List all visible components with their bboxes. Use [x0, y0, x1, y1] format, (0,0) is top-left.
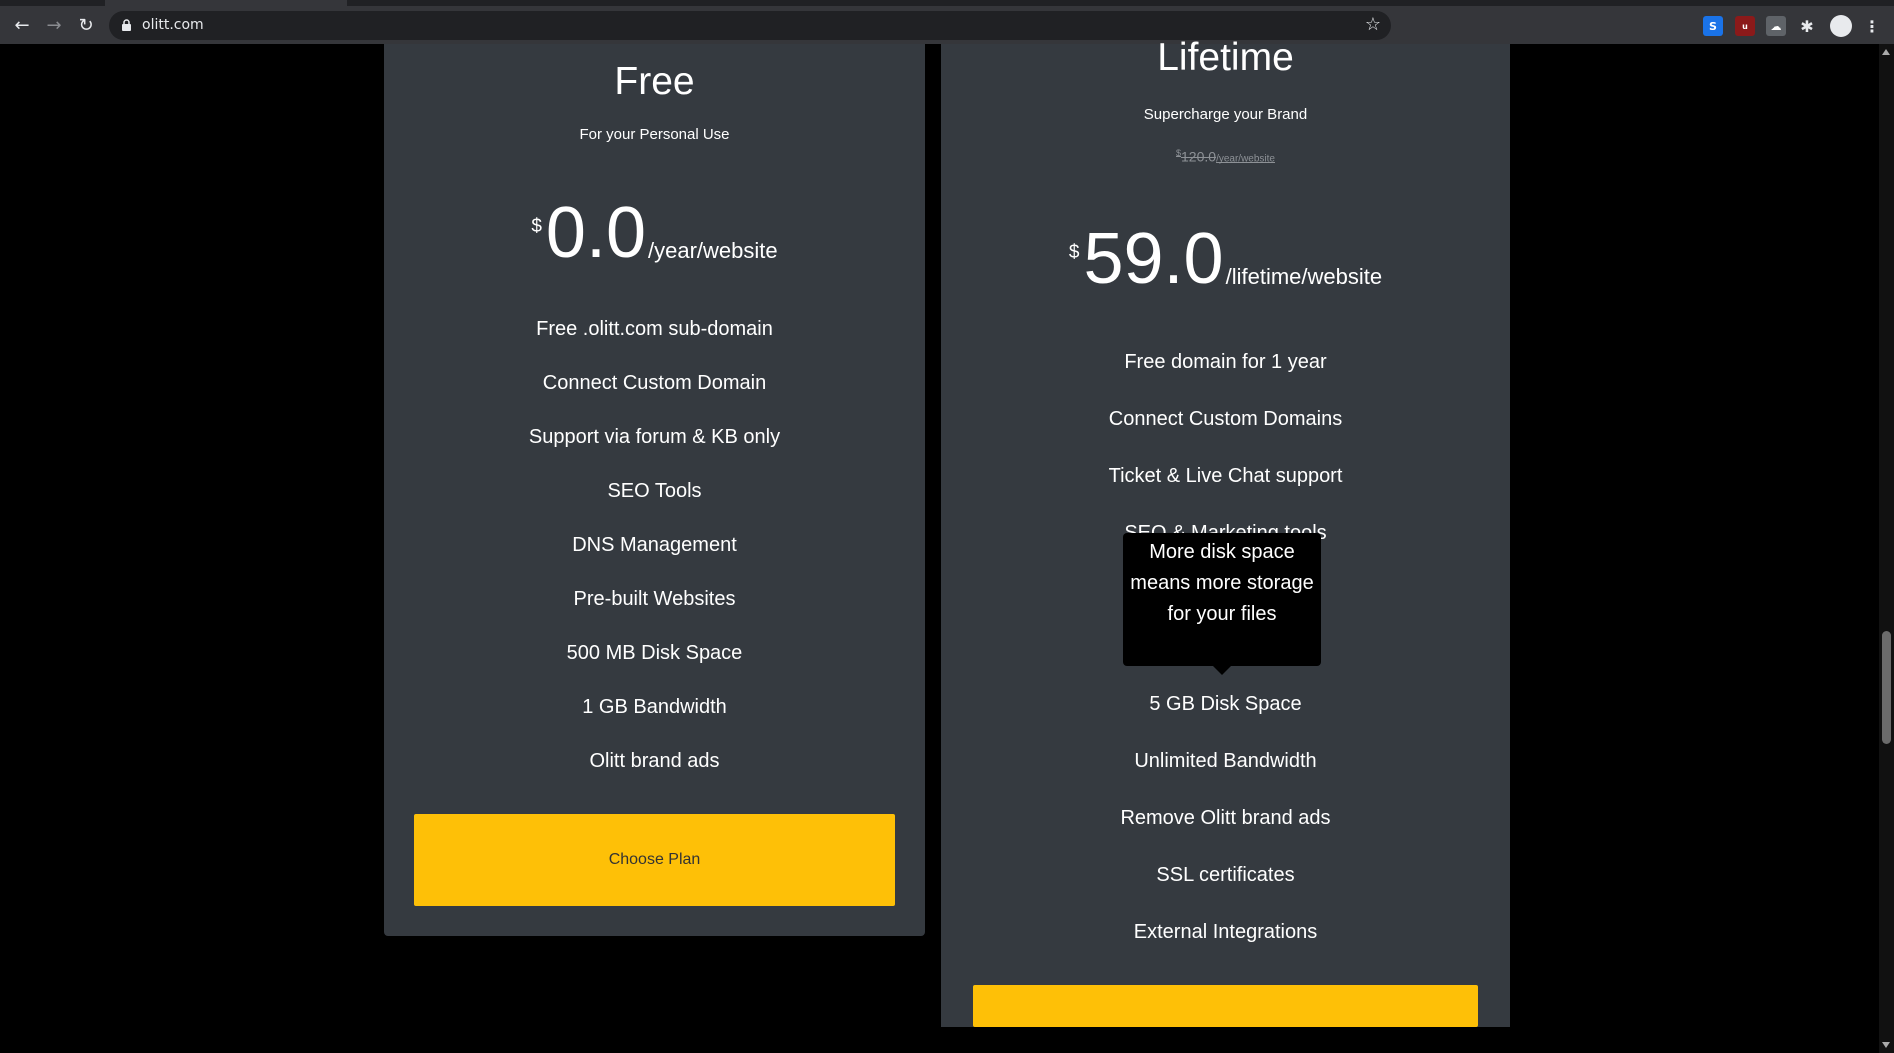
plan-title: Free [614, 60, 695, 103]
price-currency: $ [1068, 242, 1080, 263]
bookmark-star-icon[interactable]: ☆ [1365, 14, 1381, 35]
choose-plan-button[interactable]: Choose Plan [414, 814, 895, 906]
feature-item: 500 MB Disk Space [566, 642, 743, 664]
page-scrollbar[interactable] [1879, 44, 1894, 1053]
back-arrow-icon[interactable]: ← [9, 12, 35, 38]
extension-s-icon[interactable]: S [1703, 16, 1723, 36]
feature-item: External Integrations [1133, 921, 1318, 943]
menu-kebab-icon[interactable]: ⋮ [1862, 16, 1882, 36]
feature-item: Support via forum & KB only [528, 426, 781, 448]
feature-item: DNS Management [572, 534, 737, 556]
plan-price: $ 0.0 /year/website [384, 196, 925, 270]
feature-item: Unlimited Bandwidth [1134, 750, 1317, 772]
price-amount: 59.0 [1083, 219, 1224, 299]
old-price-amount: 120.0 [1181, 148, 1217, 165]
extension-cloud-icon[interactable]: ☁ [1766, 16, 1786, 36]
plan-price: $ 59.0 /lifetime/website [941, 222, 1510, 296]
feature-item: 5 GB Disk Space [1149, 693, 1302, 715]
url-text: olitt.com [142, 17, 204, 33]
scroll-down-arrow-icon[interactable] [1882, 1042, 1890, 1048]
scroll-up-arrow-icon[interactable] [1882, 49, 1890, 55]
price-currency: $ [531, 216, 542, 237]
extensions-puzzle-icon[interactable]: ✱ [1797, 16, 1817, 36]
disk-space-tooltip: More disk space means more storage for y… [1123, 533, 1321, 675]
feature-item: Free .olitt.com sub-domain [536, 318, 773, 340]
price-period: /lifetime/website [1225, 264, 1383, 289]
feature-item: Olitt brand ads [589, 750, 720, 772]
plan-subtitle: Supercharge your Brand [1143, 106, 1308, 123]
price-amount: 0.0 [545, 193, 647, 273]
feature-item: Connect Custom Domains [1108, 408, 1343, 430]
old-price-period: /year/website [1216, 153, 1275, 165]
extension-ublock-icon[interactable]: u [1735, 16, 1755, 36]
feature-list: Free .olitt.com sub-domain Connect Custo… [384, 302, 925, 788]
reload-icon[interactable]: ↻ [73, 12, 99, 38]
feature-item: SEO Tools [607, 480, 702, 502]
price-period: /year/website [648, 238, 778, 263]
profile-avatar[interactable] [1830, 15, 1852, 37]
feature-item: Remove Olitt brand ads [1120, 807, 1331, 829]
plan-subtitle: For your Personal Use [579, 126, 730, 143]
feature-item: Free domain for 1 year [1124, 351, 1327, 373]
feature-item: Ticket & Live Chat support [1108, 465, 1343, 487]
lock-icon [122, 19, 131, 31]
pricing-card-free: Free For your Personal Use $ 0.0 /year/w… [384, 44, 925, 936]
plan-title: Lifetime [1157, 36, 1294, 79]
feature-item: Connect Custom Domain [542, 372, 767, 394]
forward-arrow-icon[interactable]: → [41, 12, 67, 38]
scrollbar-thumb[interactable] [1882, 631, 1891, 744]
feature-item: Pre-built Websites [573, 588, 736, 610]
old-price: $120.0/year/website [941, 148, 1510, 165]
feature-item: SSL certificates [1156, 864, 1295, 886]
choose-plan-button[interactable] [973, 985, 1478, 1027]
feature-item: 1 GB Bandwidth [582, 696, 727, 718]
